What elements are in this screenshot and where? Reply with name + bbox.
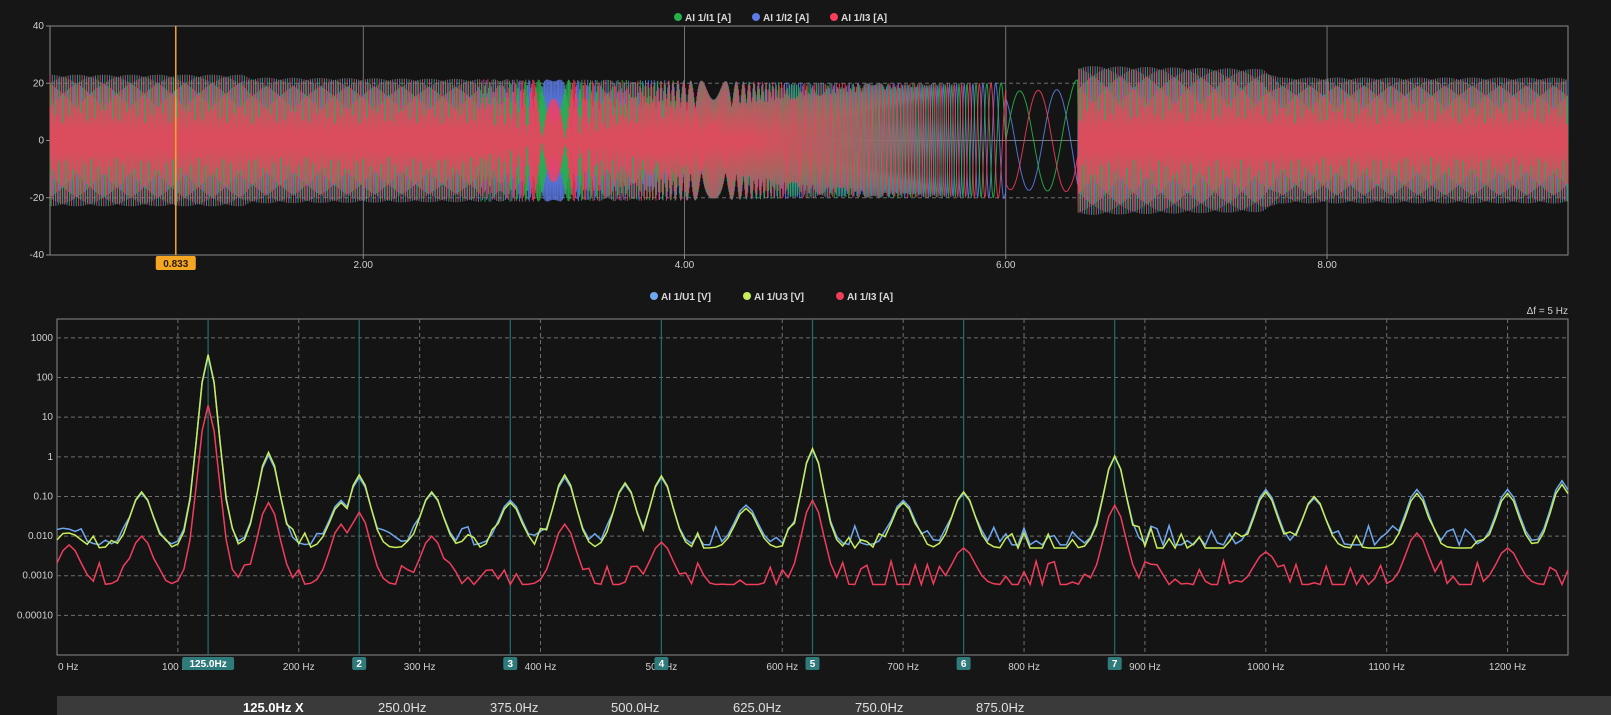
- legend-label: AI 1/I3 [A]: [847, 292, 893, 303]
- x-tick-label: 300 Hz: [404, 662, 436, 673]
- harmonic-badge-label: 5: [810, 659, 816, 670]
- y-tick-label: 20: [33, 78, 45, 89]
- x-tick-label: 8.00: [1317, 260, 1337, 271]
- y-tick-label: 0.00010: [17, 610, 54, 621]
- chart-canvas: 40 20 0 -20 -40 2.00 4.00 6.00 8.00 0.833 AI 1/I1 …: [17, 13, 1569, 673]
- y-tick-label: 1000: [31, 333, 54, 344]
- y-tick-label: 100: [36, 373, 53, 384]
- harmonic-badge-label: 3: [508, 659, 514, 670]
- legend-marker: [674, 13, 682, 21]
- x-tick-label: 700 Hz: [887, 662, 919, 673]
- x-tick-label: 1100 Hz: [1368, 662, 1405, 673]
- y-tick-label: 0.10: [34, 491, 54, 502]
- y-tick-label: -40: [30, 250, 45, 261]
- cursor-label: 0.833: [163, 259, 188, 270]
- legend-marker: [752, 13, 760, 21]
- y-tick-label: 1: [47, 452, 53, 463]
- x-tick-label: 600 Hz: [766, 662, 798, 673]
- y-tick-label: 0: [38, 136, 44, 147]
- legend-marker: [830, 13, 838, 21]
- x-tick-label: 6.00: [996, 260, 1016, 271]
- x-tick-label: 900 Hz: [1129, 662, 1161, 673]
- y-tick-label: 0.0010: [22, 571, 53, 582]
- harmonic-badge-label: 4: [659, 659, 665, 670]
- harmonic-label[interactable]: 625.0Hz: [733, 700, 781, 715]
- time-chart[interactable]: 40 20 0 -20 -40 2.00 4.00 6.00 8.00 0.833 AI 1/I1 …: [30, 13, 1569, 271]
- legend-label: AI 1/I1 [A]: [685, 13, 731, 24]
- legend-marker: [650, 292, 658, 300]
- y-tick-label: 10: [42, 412, 54, 423]
- x-tick-label: 0 Hz: [58, 662, 79, 673]
- y-tick-label: 40: [33, 21, 45, 32]
- fft-chart[interactable]: 10001001010.100.0100.00100.000100 Hz 100 …: [17, 292, 1569, 673]
- x-tick-label: 1000 Hz: [1247, 662, 1284, 673]
- harmonic-label[interactable]: 500.0Hz: [611, 700, 659, 715]
- legend-marker: [743, 292, 751, 300]
- y-tick-label: -20: [30, 193, 45, 204]
- harmonic-label[interactable]: 375.0Hz: [490, 700, 538, 715]
- harmonic-label[interactable]: 875.0Hz: [976, 700, 1024, 715]
- harmonic-badge-label: 7: [1112, 659, 1118, 670]
- legend-label: AI 1/I3 [A]: [841, 13, 887, 24]
- harmonic-label[interactable]: 125.0Hz X: [243, 700, 304, 715]
- x-tick-label: 2.00: [354, 260, 374, 271]
- x-tick-label: 4.00: [675, 260, 695, 271]
- legend-label: AI 1/U1 [V]: [661, 292, 711, 303]
- x-tick-label: 200 Hz: [283, 662, 315, 673]
- harmonic-badge-label: 2: [356, 659, 362, 670]
- harmonic-badge-label: 125.0Hz: [189, 659, 226, 670]
- legend-label: AI 1/U3 [V]: [754, 292, 804, 303]
- harmonic-label[interactable]: 750.0Hz: [855, 700, 903, 715]
- x-tick-label: 1200 Hz: [1489, 662, 1526, 673]
- legend-marker: [836, 292, 844, 300]
- x-tick-label: 400 Hz: [525, 662, 557, 673]
- harmonic-label[interactable]: 250.0Hz: [378, 700, 426, 715]
- delta-f-label: Δf = 5 Hz: [1527, 306, 1568, 317]
- legend-label: AI 1/I2 [A]: [763, 13, 809, 24]
- x-tick-label: 800 Hz: [1008, 662, 1040, 673]
- y-tick-label: 0.010: [28, 531, 53, 542]
- harmonic-badge-label: 6: [961, 659, 967, 670]
